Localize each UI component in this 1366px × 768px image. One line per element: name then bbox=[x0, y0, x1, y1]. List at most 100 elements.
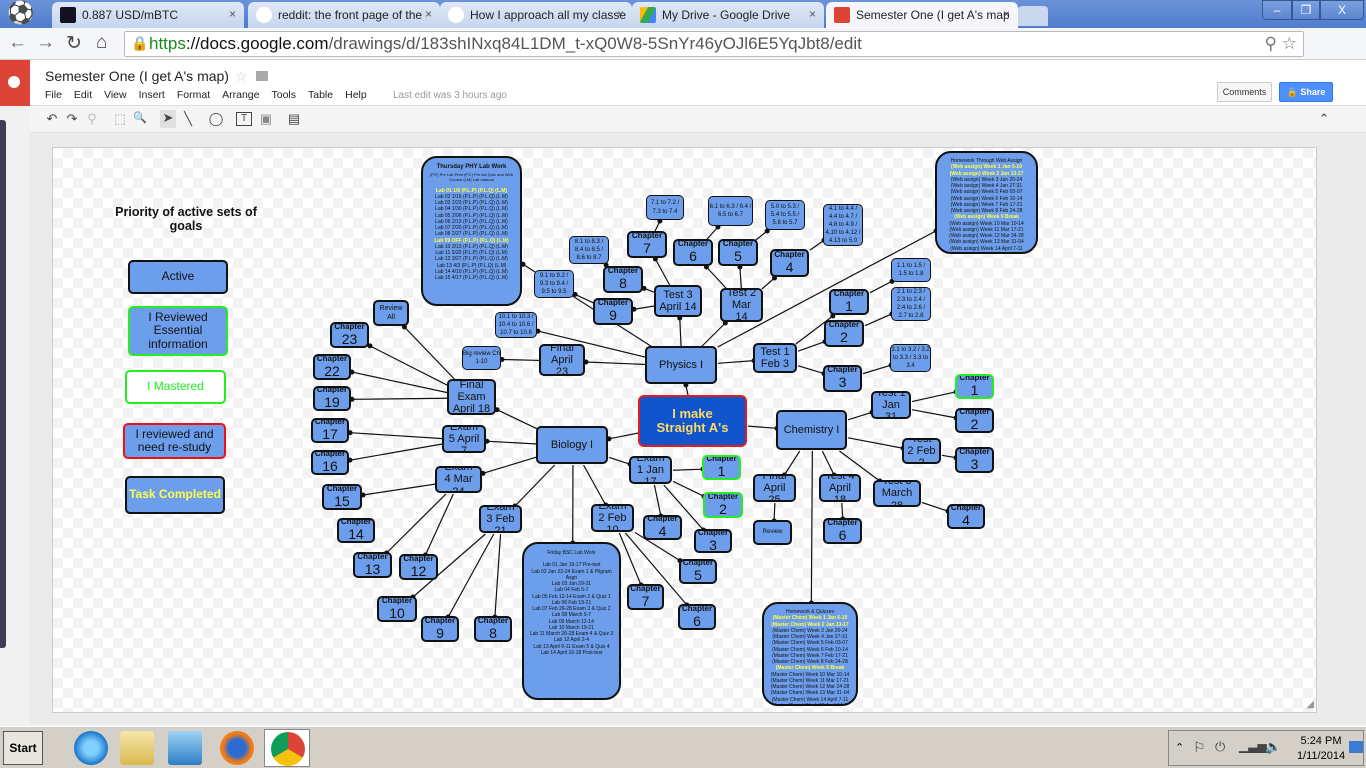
drawing-canvas[interactable]: Priority of active sets of goals Active … bbox=[52, 147, 1317, 713]
resize-handle-icon[interactable]: ◢ bbox=[1306, 699, 1314, 710]
close-tab-icon[interactable]: × bbox=[617, 7, 624, 21]
connector-biology-node-biology-exam1[interactable] bbox=[608, 456, 631, 465]
biology-chapter-5[interactable]: Chapter 5 bbox=[679, 559, 717, 584]
connector-physics-node-physics-test1[interactable] bbox=[717, 360, 755, 364]
physics-node[interactable]: Physics I bbox=[645, 346, 717, 384]
menu-edit[interactable]: Edit bbox=[74, 89, 92, 101]
biology-exam1[interactable]: Exam 1 Jan 17 bbox=[629, 456, 672, 484]
internet-explorer-icon[interactable] bbox=[74, 731, 108, 765]
biology-chapter-16[interactable]: Chapter 16 bbox=[311, 450, 349, 475]
physics-chapter-7[interactable]: Chapter 7 bbox=[627, 231, 667, 258]
connector-chemistry-test3-chemistry-chapter-4[interactable] bbox=[921, 501, 949, 512]
chemistry-final[interactable]: Final April 25 bbox=[753, 474, 796, 502]
physics-chapter-4[interactable]: Chapter 4 bbox=[770, 249, 809, 277]
windows-explorer-icon[interactable] bbox=[120, 731, 154, 765]
chemistry-test3[interactable]: Test 3 March 28 bbox=[873, 480, 921, 507]
fit-icon[interactable]: ⬚ bbox=[112, 111, 128, 127]
connector-chemistry-node-chemistry-homework-box[interactable] bbox=[810, 450, 813, 604]
image-icon[interactable]: ▣ bbox=[258, 111, 274, 127]
physics-ch6-sections[interactable]: 6.1 to 6.3 / 6.4 / 6.5 to 6.7 bbox=[708, 196, 753, 226]
biology-chapter-4[interactable]: Chapter 4 bbox=[643, 515, 682, 540]
tab-reddit-post[interactable]: How I approach all my classe × bbox=[440, 2, 632, 28]
physics-ch7-sections[interactable]: 7.1 to 7.2 / 7.3 to 7.4 bbox=[646, 195, 684, 220]
biology-lab-box[interactable]: Friday BSC Lab Work Lab 01 Jan 15-17 Pre… bbox=[522, 542, 621, 700]
chemistry-chapter-3[interactable]: Chapter 3 bbox=[955, 447, 994, 473]
root-node[interactable]: I make Straight A's bbox=[638, 395, 747, 447]
connector-biology-final-exam-biology-review-all[interactable] bbox=[404, 326, 456, 381]
chemistry-review[interactable]: Review bbox=[753, 520, 792, 545]
physics-test1[interactable]: Test 1 Feb 3 bbox=[753, 343, 797, 373]
biology-chapter-12[interactable]: Chapter 12 bbox=[399, 554, 438, 580]
biology-review-all[interactable]: Review All bbox=[373, 300, 409, 326]
bookmark-star-icon[interactable]: ☆ bbox=[1282, 34, 1297, 54]
connector-physics-node-physics-final[interactable] bbox=[585, 361, 647, 366]
connector-physics-test3-physics-chapter-7[interactable] bbox=[654, 258, 671, 287]
biology-chapter-14[interactable]: Chapter 14 bbox=[337, 518, 375, 543]
physics-big-review[interactable]: Big review Ch 1-10 bbox=[462, 346, 501, 370]
close-tab-icon[interactable]: × bbox=[1003, 7, 1010, 21]
forward-arrow-icon[interactable]: → bbox=[36, 32, 55, 54]
select-arrow-icon[interactable]: ➤ bbox=[160, 110, 176, 128]
connector-physics-final-physics-big-review[interactable] bbox=[501, 358, 541, 362]
chemistry-chapter-4[interactable]: Chapter 4 bbox=[947, 504, 985, 529]
connector-physics-chapter-4-physics-ch4-sections[interactable] bbox=[809, 239, 825, 251]
shape-tool-icon[interactable]: ◯ bbox=[208, 111, 224, 127]
connector-physics-node-physics-test2[interactable] bbox=[700, 322, 726, 348]
connector-biology-exam4-biology-chapter-15[interactable] bbox=[362, 483, 437, 496]
legend-active[interactable]: Active bbox=[128, 260, 228, 294]
minimize-button[interactable]: – bbox=[1262, 0, 1292, 20]
connector-physics-test1-physics-chapter-3[interactable] bbox=[797, 365, 825, 375]
physics-ch8-sections[interactable]: 8.1 to 8.3 / 8.4 to 8.5 / 8.6 to 8.7 bbox=[569, 236, 609, 264]
physics-ch2-sections[interactable]: 2.1 to 2.3 / 2.3 to 2.4 / 2.4 to 2.6 / 2… bbox=[891, 287, 931, 321]
chemistry-test2[interactable]: Test 2 Feb 2 bbox=[902, 438, 941, 464]
drawings-logo[interactable] bbox=[0, 60, 30, 106]
new-tab-button[interactable] bbox=[1018, 6, 1048, 26]
redo-icon[interactable]: ↷ bbox=[64, 111, 80, 127]
connector-physics-chapter-1-physics-ch1-sections[interactable] bbox=[869, 280, 893, 294]
close-tab-icon[interactable]: × bbox=[809, 7, 816, 21]
biology-chapter-10[interactable]: Chapter 10 bbox=[377, 596, 417, 622]
biology-chapter-1[interactable]: Chapter 1 bbox=[702, 455, 741, 480]
biology-chapter-6[interactable]: Chapter 6 bbox=[678, 604, 716, 630]
biology-chapter-2[interactable]: Chapter 2 bbox=[703, 492, 743, 518]
biology-chapter-9[interactable]: Chapter 9 bbox=[421, 616, 459, 642]
connector-chemistry-test1-chemistry-chapter-2[interactable] bbox=[911, 409, 957, 419]
show-desktop-icon[interactable] bbox=[1349, 741, 1363, 753]
chemistry-test1[interactable]: Test 1 Jan 31 bbox=[871, 391, 911, 419]
physics-ch10-sections[interactable]: 10.1 to 10.3 / 10.4 to 10.6 / 10.7 to 10… bbox=[495, 312, 537, 338]
back-arrow-icon[interactable]: ← bbox=[8, 32, 27, 54]
line-tool-icon[interactable]: ╲ bbox=[180, 111, 196, 127]
physics-test3[interactable]: Test 3 April 14 bbox=[654, 285, 702, 317]
connector-biology-exam3-biology-chapter-8[interactable] bbox=[494, 533, 502, 618]
star-icon[interactable]: ☆ bbox=[235, 68, 248, 84]
connector-root-node-chemistry-node[interactable] bbox=[747, 425, 778, 429]
physics-homework-box[interactable]: Homework Through Web Assign (Web assign)… bbox=[935, 151, 1038, 254]
biology-chapter-17[interactable]: Chapter 17 bbox=[311, 418, 349, 443]
menu-tools[interactable]: Tools bbox=[271, 89, 296, 101]
connector-physics-node-physics-test3[interactable] bbox=[679, 317, 682, 348]
menu-help[interactable]: Help bbox=[345, 89, 367, 101]
biology-chapter-8[interactable]: Chapter 8 bbox=[474, 616, 512, 642]
media-player-icon[interactable] bbox=[168, 731, 202, 765]
reload-icon[interactable]: ↻ bbox=[66, 32, 82, 55]
connector-chemistry-node-chemistry-final[interactable] bbox=[783, 450, 801, 476]
biology-chapter-13[interactable]: Chapter 13 bbox=[353, 552, 392, 578]
start-button[interactable]: Start bbox=[3, 731, 43, 765]
tab-bitcoin[interactable]: 0.887 USD/mBTC × bbox=[52, 2, 244, 28]
physics-lab-box[interactable]: Thursday PHY Lab Work (P.P) Pre Lab Prin… bbox=[421, 156, 522, 306]
menu-arrange[interactable]: Arrange bbox=[222, 89, 259, 101]
connector-biology-final-exam-biology-chapter-23[interactable] bbox=[369, 345, 449, 387]
menu-view[interactable]: View bbox=[104, 89, 127, 101]
physics-chapter-9[interactable]: Chapter 9 bbox=[593, 298, 633, 325]
legend-mastered[interactable]: I Mastered bbox=[125, 370, 226, 404]
textbox-icon[interactable]: T bbox=[236, 112, 252, 126]
biology-exam2[interactable]: Exam 2 Feb 10 bbox=[591, 504, 634, 532]
last-edit-status[interactable]: Last edit was 3 hours ago bbox=[393, 90, 507, 101]
physics-chapter-3[interactable]: Chapter 3 bbox=[823, 365, 862, 392]
biology-exam4[interactable]: Exam 4 Mar 24 bbox=[435, 466, 482, 493]
menu-insert[interactable]: Insert bbox=[139, 89, 165, 101]
connector-chemistry-node-chemistry-test2[interactable] bbox=[847, 437, 904, 449]
physics-ch9-sections[interactable]: 9.1 to 9.2 / 9.3 to 9.4 / 9.5 to 9.5 bbox=[534, 270, 574, 298]
legend-task-completed[interactable]: Task Completed bbox=[125, 476, 225, 514]
physics-chapter-6[interactable]: Chapter 6 bbox=[673, 239, 713, 266]
